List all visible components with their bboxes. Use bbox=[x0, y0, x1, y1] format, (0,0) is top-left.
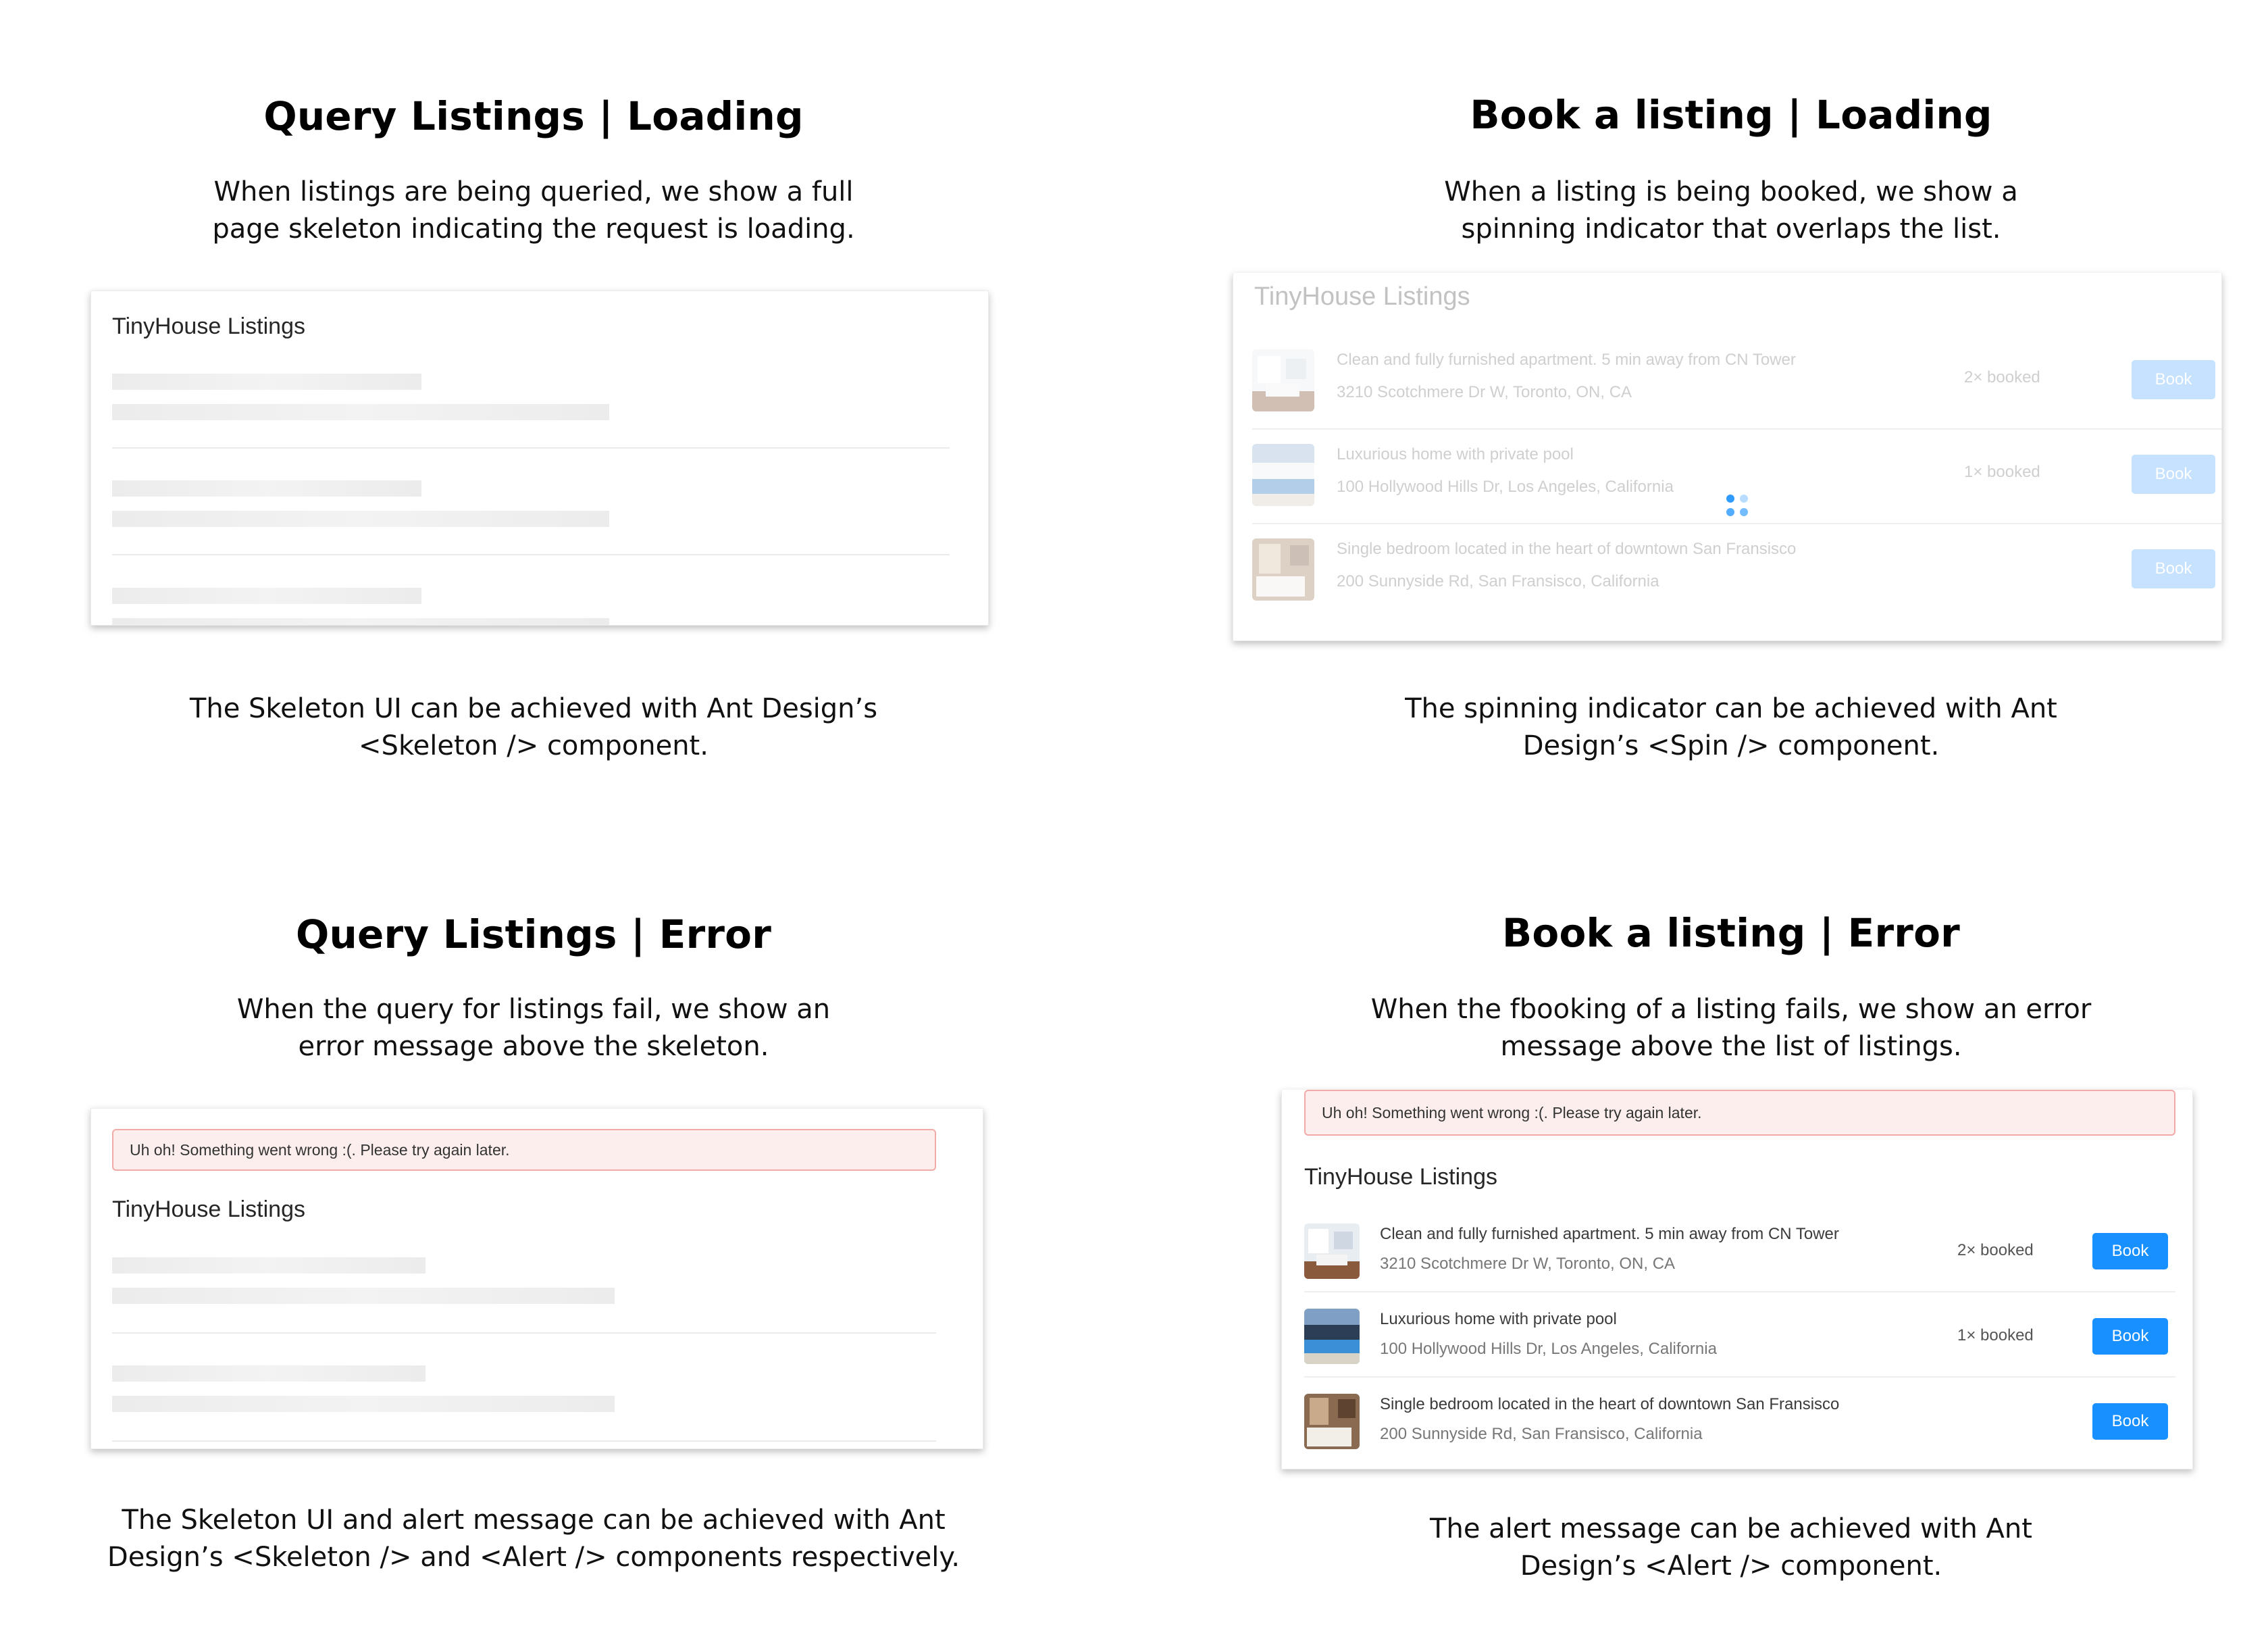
list-divider bbox=[1304, 1291, 2175, 1292]
apartment-photo-icon bbox=[1304, 1224, 1360, 1279]
error-alert: Uh oh! Something went wrong :(. Please t… bbox=[112, 1129, 936, 1171]
listings-card-skeleton: TinyHouse Listings bbox=[91, 291, 989, 626]
book-button[interactable]: Book bbox=[2092, 1233, 2168, 1269]
book-button[interactable]: Book bbox=[2092, 1403, 2168, 1440]
panel-description: When the query for listings fail, we sho… bbox=[0, 991, 1067, 1065]
list-item: Luxurious home with private pool 100 Hol… bbox=[1233, 438, 2221, 533]
list-item: Clean and fully furnished apartment. 5 m… bbox=[1282, 1218, 2192, 1303]
list-divider bbox=[112, 554, 950, 555]
listings-card-error: Uh oh! Something went wrong :(. Please t… bbox=[91, 1108, 983, 1449]
description-line: error message above the skeleton. bbox=[298, 1031, 769, 1062]
spinner-icon bbox=[1726, 495, 1749, 518]
skeleton-line bbox=[112, 374, 421, 390]
listing-title: Luxurious home with private pool bbox=[1337, 445, 1574, 463]
skeleton-line bbox=[112, 588, 421, 604]
panel-description: When a listing is being booked, we show … bbox=[1134, 174, 2268, 248]
listing-bookings: 2× booked bbox=[1957, 1241, 2034, 1259]
list-item: Luxurious home with private pool 100 Hol… bbox=[1282, 1303, 2192, 1388]
book-button[interactable]: Book bbox=[2132, 549, 2215, 588]
list-divider bbox=[1252, 428, 2221, 430]
list-divider bbox=[112, 1440, 936, 1442]
card-title: TinyHouse Listings bbox=[1304, 1164, 1497, 1190]
description-line: message above the list of listings. bbox=[1500, 1031, 1962, 1062]
skeleton-line bbox=[112, 1257, 426, 1274]
description-line: When the query for listings fail, we sho… bbox=[236, 994, 831, 1025]
description-line: When listings are being queried, we show… bbox=[213, 176, 854, 207]
listing-title: Clean and fully furnished apartment. 5 m… bbox=[1337, 351, 1796, 369]
panel-note: The spinning indicator can be achieved w… bbox=[1134, 690, 2268, 765]
panel-query-error: Query Listings | Error When the query fo… bbox=[0, 820, 1134, 1639]
listing-title: Single bedroom located in the heart of d… bbox=[1380, 1395, 1840, 1413]
description-line: page skeleton indicating the request is … bbox=[212, 213, 855, 245]
skeleton-line bbox=[112, 480, 421, 497]
listings-card-loading: TinyHouse Listings Clean and fully furni… bbox=[1233, 273, 2222, 641]
panel-book-error: Book a listing | Error When the fbooking… bbox=[1134, 820, 2268, 1639]
book-button[interactable]: Book bbox=[2092, 1318, 2168, 1355]
error-alert: Uh oh! Something went wrong :(. Please t… bbox=[1304, 1090, 2175, 1136]
skeleton-line bbox=[112, 511, 609, 527]
note-line: The spinning indicator can be achieved w… bbox=[1405, 693, 2057, 724]
listing-bookings: 1× booked bbox=[1957, 1326, 2034, 1344]
note-line: Design’s <Alert /> component. bbox=[1520, 1550, 1942, 1582]
list-divider bbox=[112, 1332, 936, 1334]
panel-note: The Skeleton UI and alert message can be… bbox=[0, 1502, 1067, 1576]
description-line: When a listing is being booked, we show … bbox=[1444, 176, 2018, 207]
panel-query-loading: Query Listings | Loading When listings a… bbox=[0, 0, 1134, 820]
listing-address: 200 Sunnyside Rd, San Fransisco, Califor… bbox=[1337, 572, 1659, 590]
panel-book-loading: Book a listing | Loading When a listing … bbox=[1134, 0, 2268, 820]
listing-address: 100 Hollywood Hills Dr, Los Angeles, Cal… bbox=[1337, 478, 1674, 496]
pool-house-photo-icon bbox=[1304, 1309, 1360, 1364]
list-item: Clean and fully furnished apartment. 5 m… bbox=[1233, 344, 2221, 438]
book-button[interactable]: Book bbox=[2132, 455, 2215, 494]
note-line: The Skeleton UI and alert message can be… bbox=[122, 1505, 946, 1536]
card-title: TinyHouse Listings bbox=[112, 1196, 305, 1222]
apartment-photo-icon bbox=[1252, 349, 1314, 411]
listing-title: Luxurious home with private pool bbox=[1380, 1310, 1617, 1328]
listing-bookings: 1× booked bbox=[1964, 463, 2040, 481]
panel-note: The Skeleton UI can be achieved with Ant… bbox=[0, 690, 1067, 765]
skeleton-line bbox=[112, 1288, 615, 1304]
bedroom-photo-icon bbox=[1252, 538, 1314, 601]
bedroom-photo-icon bbox=[1304, 1394, 1360, 1449]
skeleton-line bbox=[112, 1365, 426, 1382]
listing-title: Single bedroom located in the heart of d… bbox=[1337, 540, 1797, 558]
pool-house-photo-icon bbox=[1252, 444, 1314, 506]
list-item: Single bedroom located in the heart of d… bbox=[1233, 533, 2221, 628]
note-line: The Skeleton UI can be achieved with Ant… bbox=[189, 693, 878, 724]
listing-title: Clean and fully furnished apartment. 5 m… bbox=[1380, 1225, 1839, 1243]
skeleton-line bbox=[112, 618, 609, 625]
listing-address: 3210 Scotchmere Dr W, Toronto, ON, CA bbox=[1337, 383, 1632, 401]
panel-description: When the fbooking of a listing fails, we… bbox=[1134, 991, 2268, 1065]
note-line: The alert message can be achieved with A… bbox=[1430, 1513, 2032, 1544]
description-line: spinning indicator that overlaps the lis… bbox=[1461, 213, 2001, 245]
card-title: TinyHouse Listings bbox=[112, 313, 305, 339]
note-line: Design’s <Spin /> component. bbox=[1522, 730, 1940, 761]
panel-description: When listings are being queried, we show… bbox=[0, 174, 1067, 248]
listing-address: 3210 Scotchmere Dr W, Toronto, ON, CA bbox=[1380, 1255, 1676, 1273]
skeleton-line bbox=[112, 404, 609, 420]
list-divider bbox=[112, 447, 950, 449]
note-line: <Skeleton /> component. bbox=[359, 730, 708, 761]
panel-heading: Book a listing | Loading bbox=[1470, 92, 1992, 138]
note-line: Design’s <Skeleton /> and <Alert /> comp… bbox=[107, 1542, 960, 1573]
listing-bookings: 2× booked bbox=[1964, 368, 2040, 386]
listings-card-error: Uh oh! Something went wrong :(. Please t… bbox=[1281, 1090, 2193, 1469]
panel-heading: Book a listing | Error bbox=[1502, 910, 1960, 956]
panel-heading: Query Listings | Error bbox=[295, 911, 772, 957]
skeleton-line bbox=[112, 1396, 615, 1412]
listing-address: 100 Hollywood Hills Dr, Los Angeles, Cal… bbox=[1380, 1340, 1717, 1358]
list-divider bbox=[1252, 523, 2221, 524]
panel-heading: Query Listings | Loading bbox=[263, 93, 804, 139]
panel-note: The alert message can be achieved with A… bbox=[1134, 1511, 2268, 1585]
list-item: Single bedroom located in the heart of d… bbox=[1282, 1388, 2192, 1469]
list-divider bbox=[1304, 1376, 2175, 1378]
description-line: When the fbooking of a listing fails, we… bbox=[1370, 994, 2092, 1025]
book-button[interactable]: Book bbox=[2132, 360, 2215, 399]
card-title: TinyHouse Listings bbox=[1254, 282, 1470, 311]
listing-address: 200 Sunnyside Rd, San Fransisco, Califor… bbox=[1380, 1425, 1703, 1443]
